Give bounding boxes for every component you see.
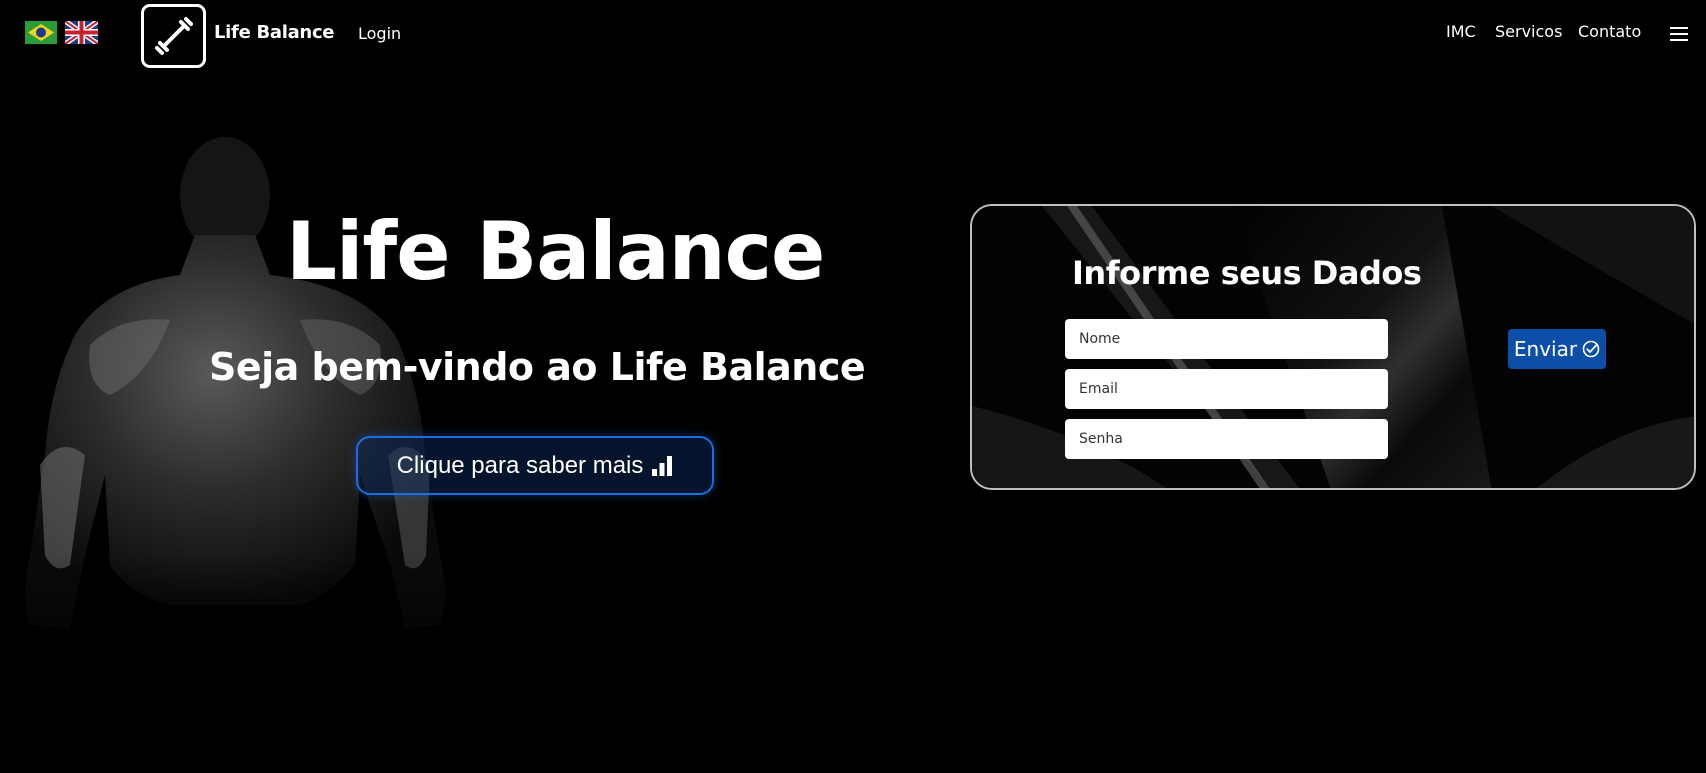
dumbbell-icon [154,17,193,55]
logo[interactable] [141,4,206,68]
learn-more-label: Clique para saber mais [396,451,644,479]
login-link[interactable]: Login [358,24,401,43]
nav-imc-link[interactable]: IMC [1446,22,1476,41]
nav-servicos-link[interactable]: Servicos [1495,22,1562,41]
hero-subtitle: Seja bem-vindo ao Life Balance [209,345,866,389]
brazil-flag-icon[interactable] [25,21,57,44]
hamburger-menu-icon[interactable] [1670,25,1688,42]
email-input[interactable] [1065,369,1388,409]
brand-name[interactable]: Life Balance [214,22,335,43]
bar-chart-icon [652,455,673,476]
signup-form-card: Informe seus Dados Enviar [970,204,1696,490]
uk-flag-icon[interactable] [65,21,98,44]
senha-input[interactable] [1065,419,1388,459]
form-title: Informe seus Dados [1072,254,1422,292]
check-circle-icon [1582,340,1600,358]
nav-contato-link[interactable]: Contato [1578,22,1641,41]
nome-input[interactable] [1065,319,1388,359]
enviar-label: Enviar [1513,337,1578,361]
learn-more-button[interactable]: Clique para saber mais [356,436,714,495]
enviar-button[interactable]: Enviar [1508,329,1606,369]
page: Life Balance Login IMC Servicos Contato [0,0,1706,773]
hero-title: Life Balance [286,205,825,298]
